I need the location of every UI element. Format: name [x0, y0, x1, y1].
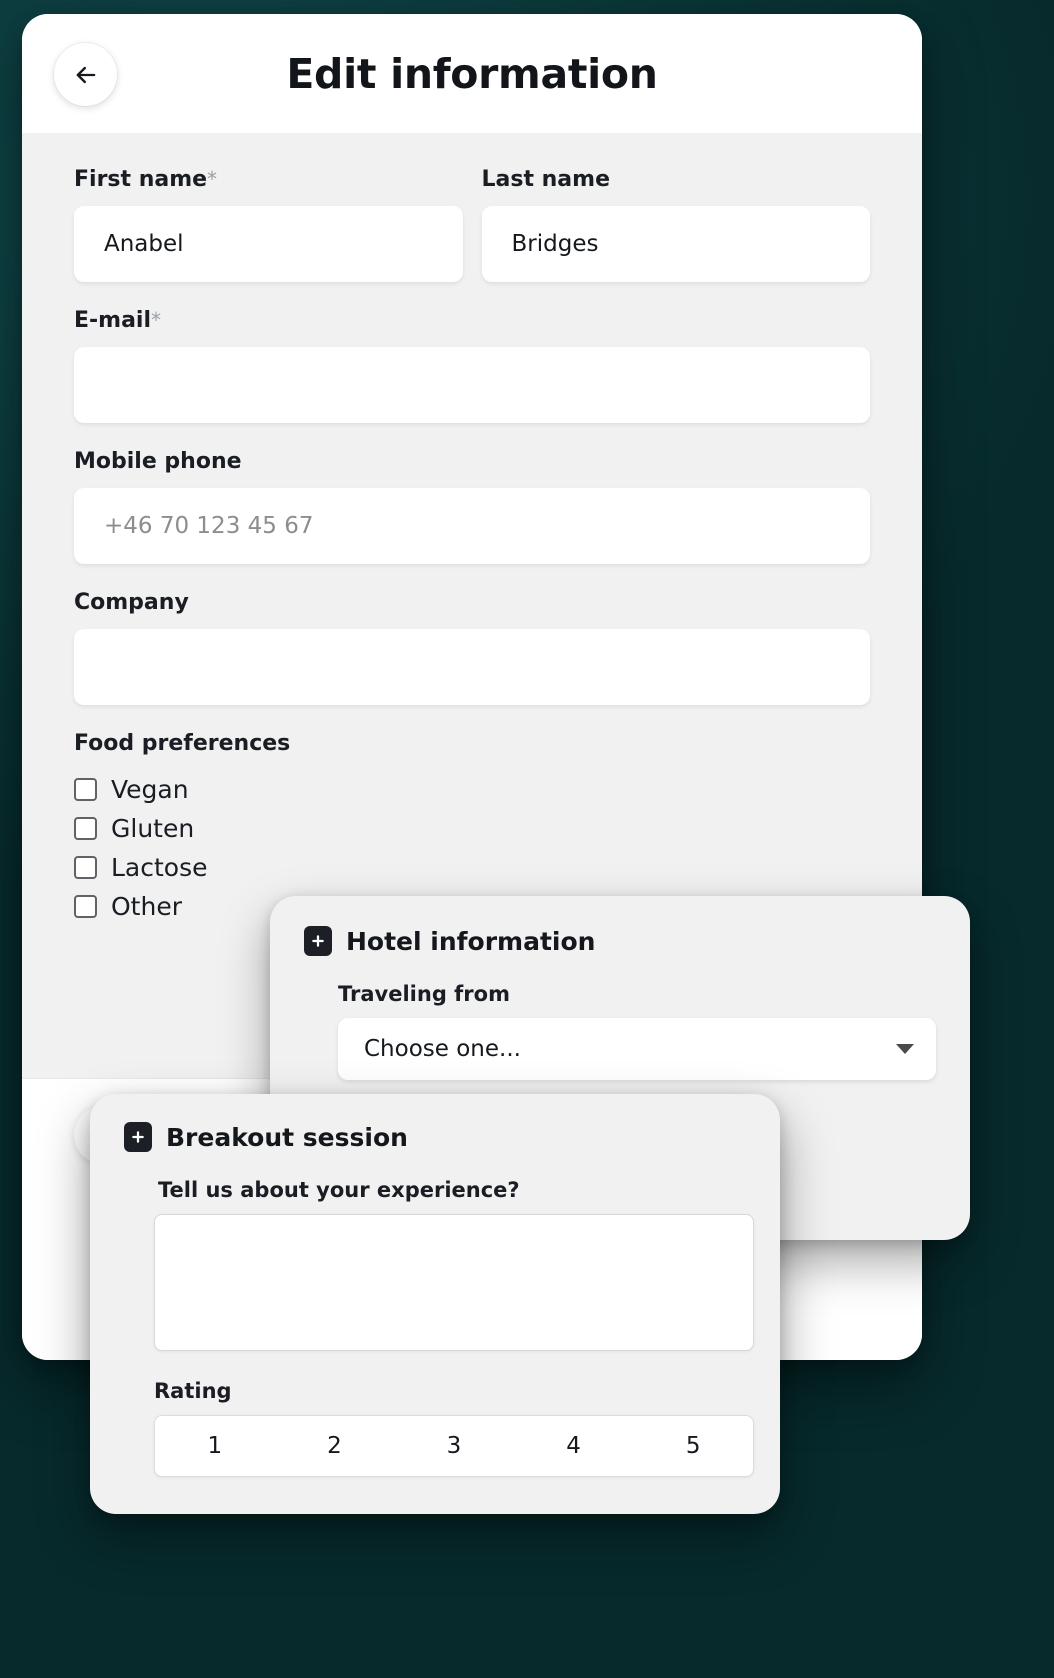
- plus-square-icon: [304, 926, 332, 956]
- rating-option-3[interactable]: 3: [394, 1416, 514, 1476]
- arrow-left-icon: [72, 61, 100, 89]
- hotel-card-title: Hotel information: [346, 926, 596, 956]
- checkbox-lactose[interactable]: [74, 856, 97, 879]
- checkbox-row-gluten[interactable]: Gluten: [74, 809, 870, 848]
- name-row: First name* Last name: [74, 167, 870, 308]
- breakout-card-header: Breakout session: [124, 1122, 746, 1152]
- rating-option-2[interactable]: 2: [275, 1416, 395, 1476]
- breakout-session-card: Breakout session Tell us about your expe…: [90, 1094, 780, 1514]
- traveling-from-value: Choose one...: [364, 1036, 521, 1062]
- traveling-from-label: Traveling from: [338, 982, 510, 1006]
- card-header: Edit information: [22, 14, 922, 133]
- last-name-label: Last name: [481, 167, 611, 192]
- checkbox-gluten[interactable]: [74, 817, 97, 840]
- checkbox-row-lactose[interactable]: Lactose: [74, 848, 870, 887]
- company-input[interactable]: [74, 629, 870, 705]
- rating-option-5[interactable]: 5: [633, 1416, 753, 1476]
- experience-textarea[interactable]: [154, 1214, 754, 1351]
- checkbox-label-other: Other: [111, 892, 182, 921]
- email-input[interactable]: [74, 347, 870, 423]
- rating-option-1[interactable]: 1: [155, 1416, 275, 1476]
- first-name-label: First name*: [74, 167, 463, 192]
- company-label: Company: [74, 590, 189, 615]
- experience-label: Tell us about your experience?: [158, 1178, 520, 1202]
- checkbox-label-lactose: Lactose: [111, 853, 208, 882]
- email-required-mark: *: [151, 308, 162, 332]
- rating-option-4[interactable]: 4: [514, 1416, 634, 1476]
- first-name-label-text: First name: [74, 167, 208, 192]
- page-title: Edit information: [286, 49, 658, 98]
- first-name-required-mark: *: [207, 167, 218, 191]
- chevron-down-icon: [896, 1043, 914, 1055]
- checkbox-other[interactable]: [74, 895, 97, 918]
- email-label: E-mail*: [74, 308, 870, 333]
- company-field: Company: [74, 590, 870, 705]
- breakout-card-title: Breakout session: [166, 1122, 408, 1152]
- checkbox-label-gluten: Gluten: [111, 814, 195, 843]
- rating-scale: 1 2 3 4 5: [154, 1415, 754, 1477]
- checkbox-vegan[interactable]: [74, 778, 97, 801]
- rating-label: Rating: [154, 1379, 232, 1403]
- first-name-field: First name*: [74, 167, 463, 282]
- back-button[interactable]: [54, 43, 117, 106]
- mobile-phone-label: Mobile phone: [74, 449, 242, 474]
- email-field: E-mail*: [74, 308, 870, 423]
- first-name-input[interactable]: [74, 206, 463, 282]
- last-name-input[interactable]: [481, 206, 870, 282]
- mobile-phone-input[interactable]: [74, 488, 870, 564]
- email-label-text: E-mail: [74, 308, 152, 333]
- checkbox-label-vegan: Vegan: [111, 775, 189, 804]
- checkbox-row-vegan[interactable]: Vegan: [74, 770, 870, 809]
- traveling-from-select[interactable]: Choose one...: [338, 1018, 936, 1080]
- hotel-card-header: Hotel information: [304, 926, 936, 956]
- last-name-field: Last name: [481, 167, 870, 282]
- mobile-phone-field: Mobile phone: [74, 449, 870, 564]
- food-preferences-label: Food preferences: [74, 731, 291, 756]
- plus-square-icon: [124, 1122, 152, 1152]
